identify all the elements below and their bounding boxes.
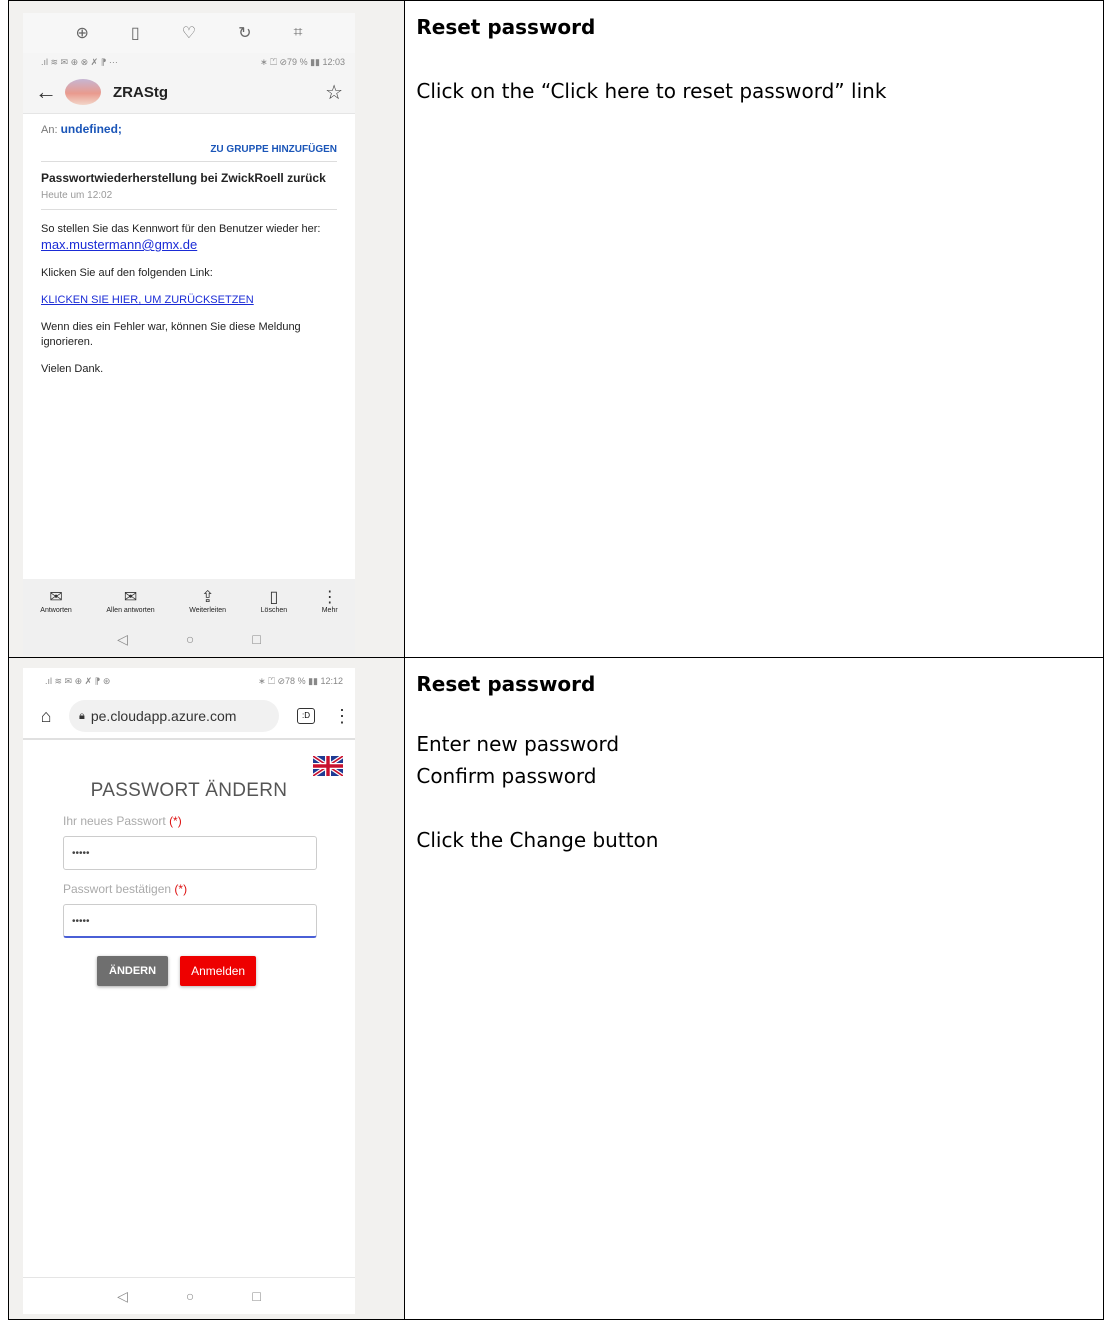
nav-home-icon[interactable]: ○ <box>186 631 194 647</box>
url-field[interactable]: 🔒︎ pe.cloudapp.azure.com <box>69 700 279 732</box>
browser-url-bar: ⌂ 🔒︎ pe.cloudapp.azure.com :D ⋮ <box>23 694 355 740</box>
delete-label: Löschen <box>260 606 288 614</box>
reset-link[interactable]: KLICKEN SIE HIER, UM ZURÜCKSETZEN <box>41 293 337 308</box>
star-icon[interactable]: ☆ <box>325 80 343 105</box>
new-password-label: Ihr neues Passwort (*) <box>63 814 355 828</box>
status-bar: .ıl ≋ ✉ ⊕ ✗ ⁋ ⊛ ∗ ⏍ ⊘78 % ▮▮ 12:12 <box>23 668 355 694</box>
home-icon[interactable]: ⌂ <box>33 706 59 727</box>
reply-icon: ✉ <box>49 588 63 606</box>
forward-label: Weiterleiten <box>189 606 227 614</box>
mail-paragraph-4: Vielen Dank. <box>41 363 104 375</box>
add-to-group-button[interactable]: ZU GRUPPE HINZUFÜGEN <box>41 144 337 162</box>
instruction-cell-1: Reset password Click on the “Click here … <box>404 0 1104 658</box>
step-1-line-1: Click on the “Click here to reset passwo… <box>416 79 887 103</box>
url-text: pe.cloudapp.azure.com <box>90 708 237 724</box>
more-button[interactable]: ⋮ Mehr <box>322 589 338 614</box>
crop-icon[interactable]: ⌗ <box>293 24 302 42</box>
required-marker: (*) <box>174 882 188 896</box>
nav-back-icon[interactable]: ◁ <box>117 1288 128 1305</box>
step-2-line-4: Click the Change button <box>416 828 659 852</box>
tabs-icon[interactable]: :D <box>297 708 315 724</box>
mail-body: An: undefined; ZU GRUPPE HINZUFÜGEN Pass… <box>23 122 355 377</box>
confirm-password-label-text: Passwort bestätigen <box>63 882 172 896</box>
android-nav-bar: ◁ ○ □ <box>23 623 355 655</box>
reply-all-button[interactable]: ✉ Allen antworten <box>106 589 154 614</box>
new-password-input[interactable]: ••••• <box>63 836 317 870</box>
change-button[interactable]: ÄNDERN <box>97 956 169 986</box>
android-nav-bar: ◁ ○ □ <box>23 1277 355 1314</box>
button-row: ÄNDERN Anmelden <box>97 956 355 986</box>
status-icons-left: .ıl ≋ ✉ ⊕ ✗ ⁋ ⊛ <box>45 675 111 686</box>
zoom-icon[interactable]: ⊕ <box>76 23 89 43</box>
mail-paragraph-3: Wenn dies ein Fehler war, können Sie die… <box>41 321 301 348</box>
reply-all-icon: ✉ <box>123 588 138 606</box>
instruction-cell-2: Reset password Enter new password Confir… <box>404 657 1104 1320</box>
email-link[interactable]: max.mustermann@gmx.de <box>41 237 197 252</box>
sender-name: ZRAStg <box>113 83 168 101</box>
delete-button[interactable]: ▯ Löschen <box>261 589 287 614</box>
delete-icon: ▯ <box>269 588 279 606</box>
image-viewer-toolbar: ⊕ ▯ ♡ ↻ ⌗ <box>23 13 355 53</box>
new-password-label-text: Ihr neues Passwort <box>63 814 166 828</box>
mail-paragraph-2: Klicken Sie auf den folgenden Link: <box>41 267 213 279</box>
step-2-line-2: Confirm password <box>416 764 597 788</box>
lock-icon: 🔒︎ <box>79 709 85 722</box>
confirm-password-label: Passwort bestätigen (*) <box>63 882 355 896</box>
step-2-line-1: Enter new password <box>416 732 620 756</box>
back-arrow-icon[interactable]: ← <box>35 79 65 105</box>
nav-back-icon[interactable]: ◁ <box>117 631 128 648</box>
nav-home-icon[interactable]: ○ <box>186 1288 194 1304</box>
mail-action-toolbar: ✉ Antworten ✉ Allen antworten ⇪ Weiterleite… <box>23 579 355 623</box>
status-icons-right: ∗ ⏍ ⊘78 % ▮▮ 12:12 <box>258 675 343 686</box>
reply-all-label: Allen antworten <box>106 606 155 614</box>
reply-label: Antworten <box>40 606 72 614</box>
mail-header: ← ZRAStg ☆ <box>23 71 355 114</box>
recipient-value[interactable]: undefined; <box>61 122 122 136</box>
rotate-icon[interactable]: ↻ <box>238 23 251 43</box>
confirm-password-input[interactable]: ••••• <box>63 904 317 938</box>
mail-paragraph-1: So stellen Sie das Kennwort für den Benu… <box>41 222 337 254</box>
trash-icon[interactable]: ▯ <box>131 23 140 43</box>
uk-flag-icon[interactable] <box>313 756 343 776</box>
recipient-line: An: undefined; <box>41 122 337 136</box>
avatar <box>65 79 101 105</box>
mail-subject: Passwortwiederherstellung bei ZwickRoell… <box>41 171 326 185</box>
screenshot-cell-1: ⊕ ▯ ♡ ↻ ⌗ .ıl ≋ ✉ ⊕ ⊗ ✗ ⁋ ··· ∗ ⏍ ⊘79 % … <box>7 0 406 658</box>
nav-recents-icon[interactable]: □ <box>252 1288 260 1304</box>
status-bar: .ıl ≋ ✉ ⊕ ⊗ ✗ ⁋ ··· ∗ ⏍ ⊘79 % ▮▮ 12:03 <box>23 53 355 71</box>
step-title-2: Reset password <box>416 672 596 696</box>
forward-button[interactable]: ⇪ Weiterleiten <box>189 589 226 614</box>
required-marker: (*) <box>169 814 182 828</box>
reply-button[interactable]: ✉ Antworten <box>40 589 72 614</box>
step-2-line-3 <box>416 792 1103 824</box>
forward-icon: ⇪ <box>200 588 215 606</box>
recipient-label: An: <box>41 124 58 136</box>
status-icons-left: .ıl ≋ ✉ ⊕ ⊗ ✗ ⁋ ··· <box>41 56 118 67</box>
menu-icon[interactable]: ⋮ <box>333 706 351 727</box>
mail-date: Heute um 12:02 <box>41 190 337 210</box>
nav-recents-icon[interactable]: □ <box>252 631 260 647</box>
step-title-1: Reset password <box>416 15 596 39</box>
email-phone-screenshot: ⊕ ▯ ♡ ↻ ⌗ .ıl ≋ ✉ ⊕ ⊗ ✗ ⁋ ··· ∗ ⏍ ⊘79 % … <box>23 13 355 655</box>
mail-paragraph-1-text: So stellen Sie das Kennwort für den Benu… <box>41 223 321 235</box>
login-button[interactable]: Anmelden <box>180 956 257 986</box>
heart-icon[interactable]: ♡ <box>182 23 196 43</box>
browser-phone-screenshot: .ıl ≋ ✉ ⊕ ✗ ⁋ ⊛ ∗ ⏍ ⊘78 % ▮▮ 12:12 ⌂ 🔒︎ … <box>23 668 355 1314</box>
more-label: Mehr <box>321 606 338 614</box>
more-icon: ⋮ <box>321 588 338 606</box>
screenshot-cell-2: .ıl ≋ ✉ ⊕ ✗ ⁋ ⊛ ∗ ⏍ ⊘78 % ▮▮ 12:12 ⌂ 🔒︎ … <box>7 657 406 1320</box>
status-icons-right: ∗ ⏍ ⊘79 % ▮▮ 12:03 <box>260 56 345 67</box>
page-title: PASSWORT ÄNDERN <box>90 780 288 801</box>
